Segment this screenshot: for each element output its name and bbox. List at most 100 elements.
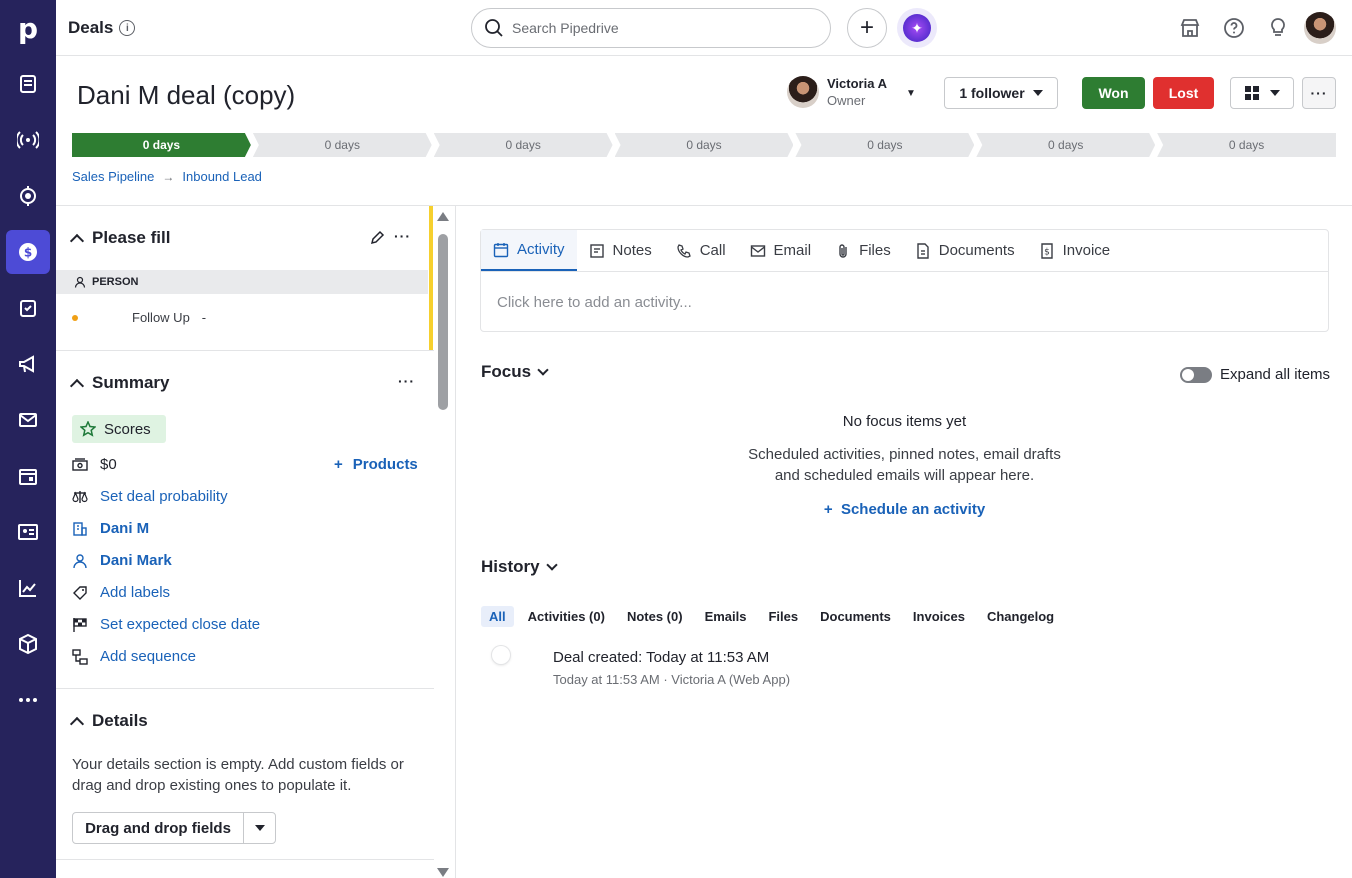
tab-invoice[interactable]: $ Invoice: [1027, 230, 1123, 271]
signal-icon[interactable]: [6, 118, 50, 162]
history-tab-changelog[interactable]: Changelog: [979, 606, 1062, 627]
history-tab-emails[interactable]: Emails: [697, 606, 755, 627]
person-row[interactable]: Dani Mark: [72, 552, 172, 569]
labels-row[interactable]: Add labels: [72, 584, 170, 601]
pipeline-stage[interactable]: 0 days: [976, 133, 1155, 157]
top-bar: Deals i + ✦: [56, 0, 1352, 56]
products-icon[interactable]: [6, 622, 50, 666]
search-box[interactable]: [471, 8, 831, 48]
leads-icon[interactable]: [6, 62, 50, 106]
quick-add-button[interactable]: +: [847, 8, 887, 48]
pipeline-stage[interactable]: 0 days: [253, 133, 432, 157]
summary-header[interactable]: Summary: [69, 373, 169, 393]
ai-assistant-button[interactable]: ✦: [897, 8, 937, 48]
divider: [56, 350, 434, 351]
details-title: Details: [92, 711, 148, 730]
page-title: Deals i: [68, 18, 136, 38]
history-header[interactable]: History: [481, 557, 558, 577]
scroll-down-arrow[interactable]: [437, 868, 449, 877]
history-tab-files[interactable]: Files: [760, 606, 806, 627]
add-products-link[interactable]: + Products: [334, 456, 418, 473]
owner-role: Owner: [827, 93, 866, 108]
owner-selector[interactable]: Victoria A Owner: [787, 76, 887, 108]
organization-row[interactable]: Dani M: [72, 520, 149, 537]
pipeline-stage[interactable]: 0 days: [615, 133, 794, 157]
pipedrive-logo[interactable]: p: [0, 0, 56, 56]
info-icon[interactable]: i: [119, 20, 136, 36]
plus-icon: +: [334, 456, 343, 473]
help-icon[interactable]: [1220, 14, 1248, 42]
tab-files[interactable]: Files: [823, 230, 903, 271]
details-header[interactable]: Details: [69, 711, 148, 731]
grid-icon: [1245, 86, 1259, 100]
follower-button[interactable]: 1 follower: [944, 77, 1058, 109]
history-tab-invoices[interactable]: Invoices: [905, 606, 973, 627]
focus-header[interactable]: Focus: [481, 362, 549, 382]
history-tab-activities[interactable]: Activities (0): [520, 606, 613, 627]
tab-notes[interactable]: Notes: [577, 230, 664, 271]
tab-email[interactable]: Email: [738, 230, 824, 271]
more-icon[interactable]: [6, 678, 50, 722]
schedule-activity-link[interactable]: + Schedule an activity: [480, 501, 1329, 518]
tab-call[interactable]: Call: [664, 230, 738, 271]
view-switch-button[interactable]: [1230, 77, 1294, 109]
tab-documents[interactable]: Documents: [903, 230, 1027, 271]
history-tab-notes[interactable]: Notes (0): [619, 606, 691, 627]
expand-all-toggle[interactable]: Expand all items: [1180, 366, 1330, 383]
tasks-icon[interactable]: [6, 286, 50, 330]
scroll-thumb[interactable]: [438, 234, 448, 410]
contacts-icon[interactable]: [6, 510, 50, 554]
target-icon[interactable]: [6, 174, 50, 218]
pipeline-stage[interactable]: 0 days: [1157, 133, 1337, 157]
insights-icon[interactable]: [6, 566, 50, 610]
toggle-switch[interactable]: [1180, 366, 1212, 383]
star-icon: [80, 421, 96, 437]
more-actions-button[interactable]: ···: [1302, 77, 1336, 109]
svg-text:$: $: [24, 246, 32, 260]
app: p $ Deals i Search Pipedrive + ✦ Dani M …: [0, 0, 1352, 878]
search-input[interactable]: [512, 20, 792, 36]
user-avatar[interactable]: [1304, 12, 1336, 44]
mail-icon[interactable]: [6, 398, 50, 442]
pipeline-stage[interactable]: 0 days: [434, 133, 613, 157]
person-icon: [72, 553, 88, 569]
activity-input[interactable]: Click here to add an activity...: [481, 272, 1328, 311]
pipeline-stage[interactable]: 0 days: [795, 133, 974, 157]
probability-row[interactable]: Set deal probability: [72, 488, 228, 505]
breadcrumb-pipeline[interactable]: Sales Pipeline: [72, 169, 154, 184]
svg-text:$: $: [1044, 247, 1050, 257]
history-tab-all[interactable]: All: [481, 606, 514, 627]
close-date-row[interactable]: Set expected close date: [72, 616, 260, 633]
arrow-right-icon: →: [162, 169, 175, 184]
lightbulb-icon[interactable]: [1264, 14, 1292, 42]
drag-drop-dropdown[interactable]: [244, 813, 275, 843]
drag-drop-fields-button[interactable]: Drag and drop fields: [72, 812, 276, 844]
followup-value: -: [201, 310, 207, 325]
document-icon: [917, 242, 929, 259]
caret-down-icon: [1270, 90, 1280, 96]
deal-title[interactable]: Dani M deal (copy): [77, 80, 295, 111]
scores-chip[interactable]: Scores: [72, 415, 166, 443]
please-fill-header[interactable]: Please fill: [69, 228, 170, 248]
summary-more-icon[interactable]: ···: [398, 373, 415, 389]
deal-value-row[interactable]: $0: [72, 456, 117, 473]
won-button[interactable]: Won: [1082, 77, 1145, 109]
drag-drop-fields-label[interactable]: Drag and drop fields: [73, 813, 244, 843]
please-fill-more-icon[interactable]: ···: [394, 228, 411, 244]
campaigns-icon[interactable]: [6, 342, 50, 386]
breadcrumb-stage[interactable]: Inbound Lead: [182, 169, 262, 184]
left-panel-scrollbar[interactable]: [436, 212, 450, 878]
tab-activity[interactable]: Activity: [481, 230, 577, 271]
deals-icon[interactable]: $: [6, 230, 50, 274]
sequence-row[interactable]: Add sequence: [72, 648, 196, 665]
marketplace-icon[interactable]: [1176, 14, 1204, 42]
edit-pencil-icon[interactable]: [369, 230, 385, 246]
details-empty-text: Your details section is empty. Add custo…: [72, 756, 404, 794]
owner-caret-icon[interactable]: ▼: [906, 88, 916, 99]
lost-button[interactable]: Lost: [1153, 77, 1214, 109]
calendar-icon[interactable]: [6, 454, 50, 498]
history-tab-documents[interactable]: Documents: [812, 606, 899, 627]
scroll-up-arrow[interactable]: [437, 212, 449, 221]
followup-field[interactable]: Follow Up -: [72, 310, 206, 325]
pipeline-stage[interactable]: 0 days: [72, 133, 251, 157]
